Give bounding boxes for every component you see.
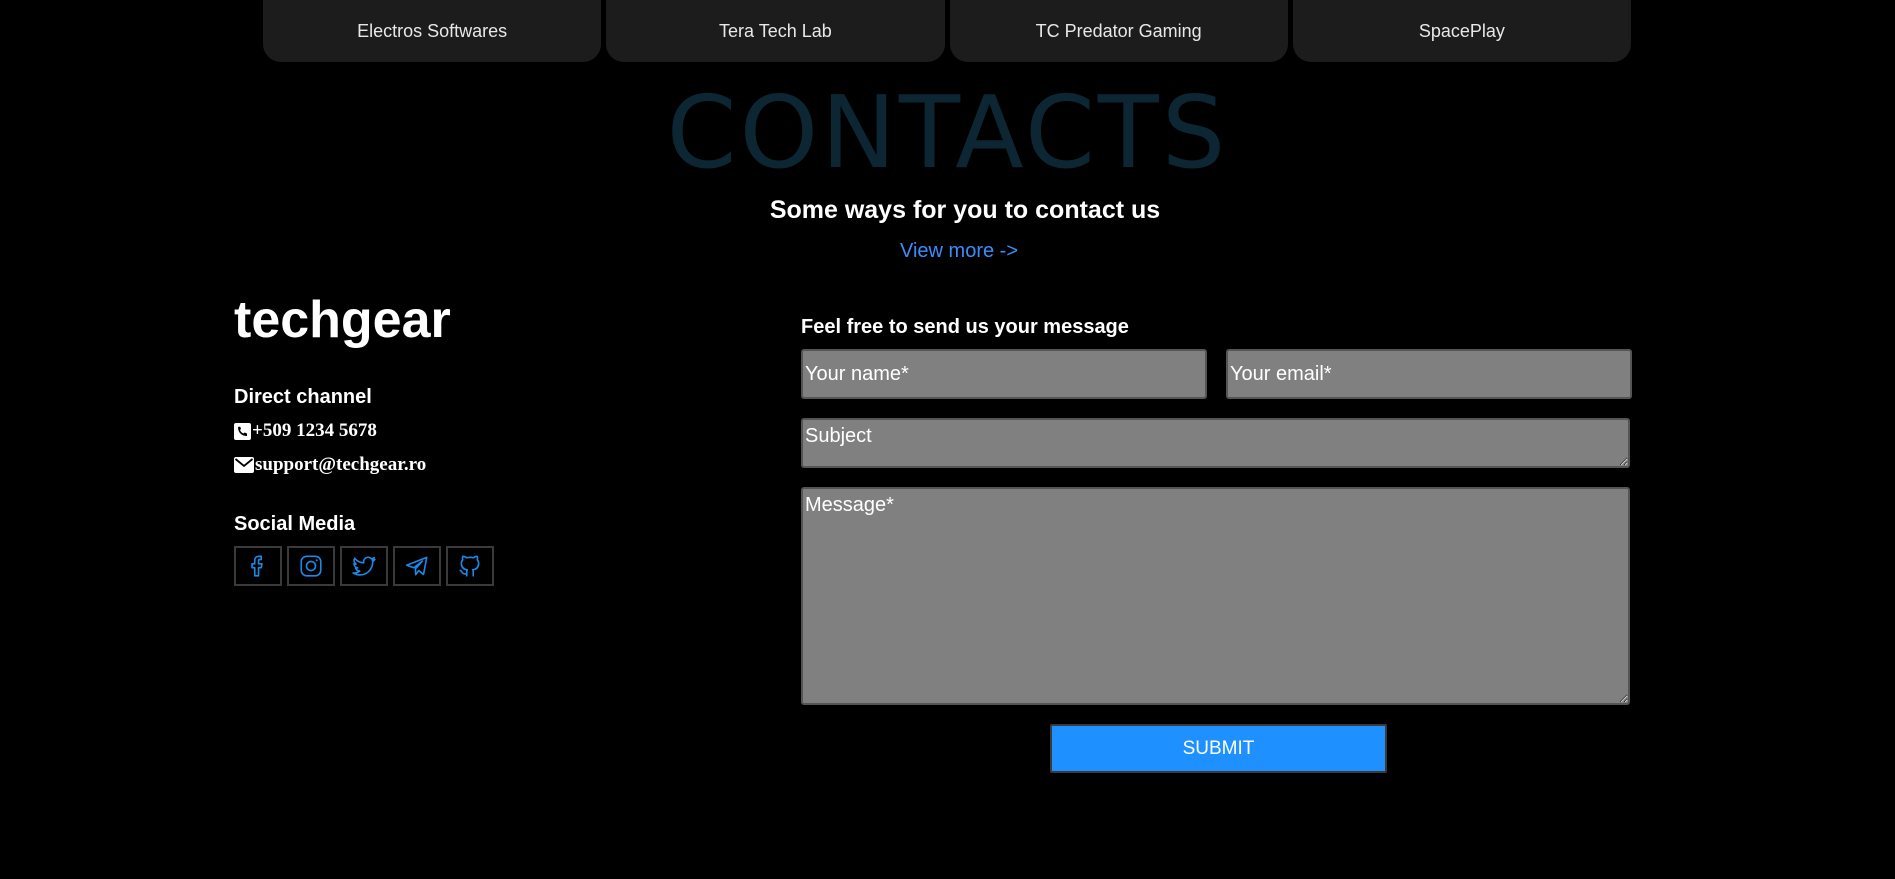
contacts-subtitle: Some ways for you to contact us (769, 196, 1161, 224)
instagram-link[interactable] (287, 546, 335, 586)
email-input[interactable] (1226, 349, 1632, 399)
github-icon (459, 555, 480, 577)
twitter-link[interactable] (340, 546, 388, 586)
brand-name: techgear (234, 291, 451, 349)
partner-card[interactable]: TC Predator Gaming (949, 0, 1288, 62)
view-more-link[interactable]: View more -> (0, 240, 1895, 263)
direct-channel-label: Direct channel (234, 386, 372, 408)
telegram-icon (405, 556, 428, 576)
subject-textarea[interactable] (801, 418, 1630, 468)
message-textarea[interactable] (801, 487, 1630, 705)
partner-card[interactable]: Electros Softwares (263, 0, 602, 62)
name-input[interactable] (801, 349, 1207, 399)
partner-name: TC Predator Gaming (1035, 20, 1202, 41)
partner-name: Electros Softwares (357, 20, 508, 41)
facebook-icon (251, 555, 263, 577)
email-address: support@techgear.ro (255, 454, 427, 475)
form-title: Feel free to send us your message (801, 316, 1129, 338)
telegram-link[interactable] (393, 546, 441, 586)
phone-number: +509 1234 5678 (252, 420, 377, 441)
partner-name: Tera Tech Lab (719, 20, 832, 41)
facebook-link[interactable] (234, 546, 282, 586)
partner-name: SpacePlay (1418, 20, 1505, 41)
phone-line[interactable]: +509 1234 5678 (234, 420, 377, 442)
phone-icon (234, 422, 251, 440)
twitter-icon (352, 556, 376, 576)
submit-button[interactable]: SUBMIT (1050, 724, 1387, 773)
email-line[interactable]: support@techgear.ro (234, 454, 426, 476)
social-links (234, 546, 494, 586)
partner-cards-row: Electros Softwares Tera Tech Lab TC Pred… (263, 0, 1631, 62)
partner-card[interactable]: Tera Tech Lab (606, 0, 945, 62)
partner-card[interactable]: SpacePlay (1292, 0, 1631, 62)
envelope-icon (234, 457, 254, 473)
social-media-label: Social Media (234, 513, 356, 535)
github-link[interactable] (446, 546, 494, 586)
instagram-icon (300, 555, 322, 577)
contacts-heading: CONTACTS (666, 74, 1229, 191)
